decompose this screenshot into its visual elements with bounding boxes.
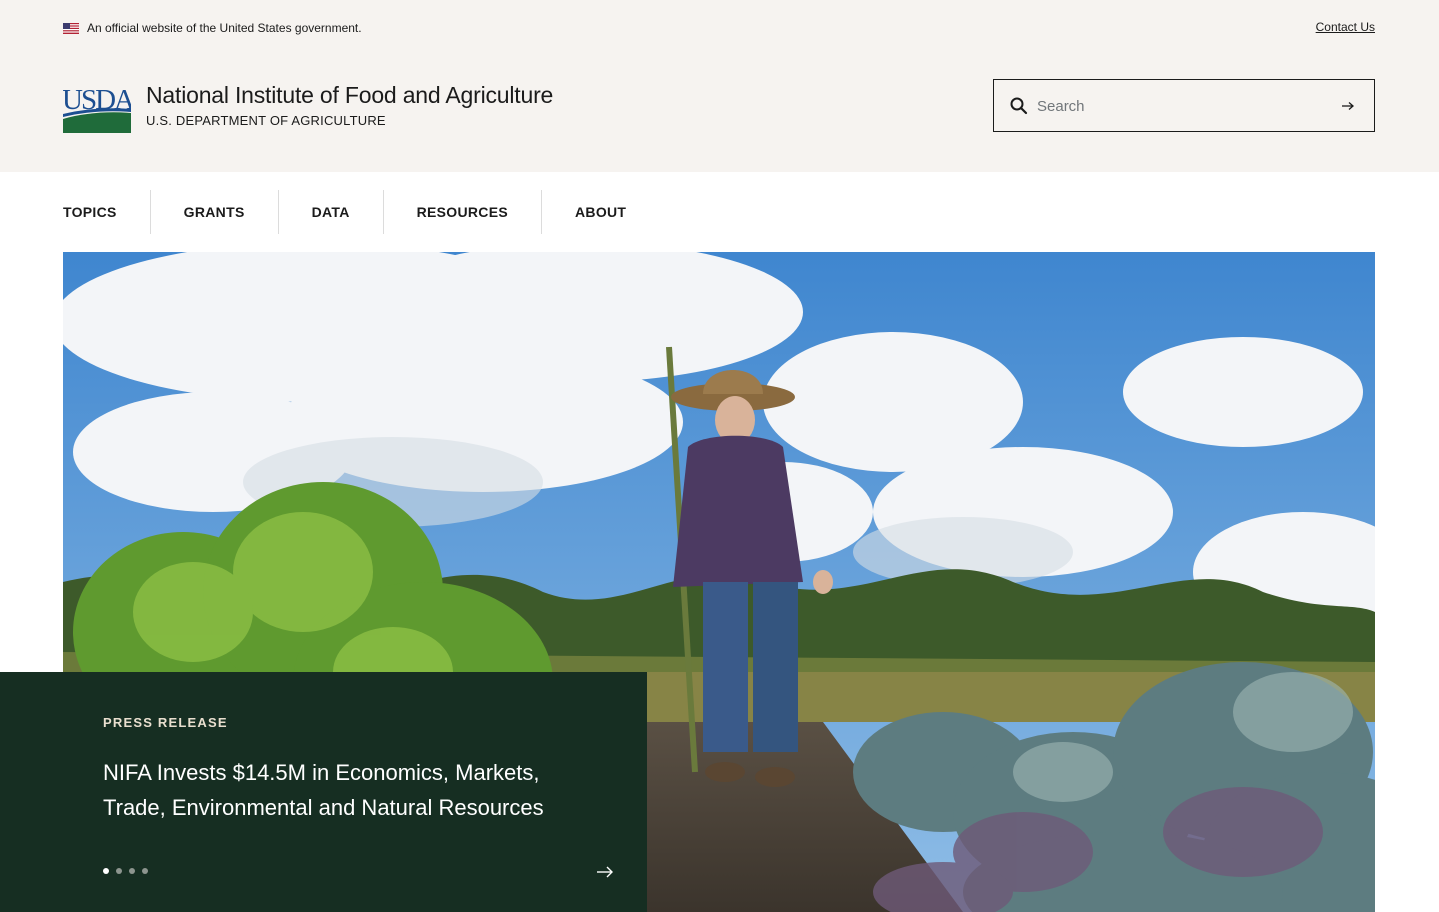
search-box bbox=[993, 79, 1375, 132]
agency-name[interactable]: National Institute of Food and Agricultu… bbox=[146, 82, 553, 109]
carousel-dot-2[interactable] bbox=[116, 868, 122, 874]
nav-item-data[interactable]: DATA bbox=[279, 190, 383, 234]
nav-item-grants[interactable]: GRANTS bbox=[151, 190, 278, 234]
search-input[interactable] bbox=[1035, 92, 1329, 121]
usda-logo[interactable]: USDA bbox=[63, 85, 131, 133]
contact-us-link[interactable]: Contact Us bbox=[1316, 20, 1375, 34]
carousel-dots bbox=[103, 868, 148, 874]
gov-banner: An official website of the United States… bbox=[63, 19, 362, 37]
carousel-next-arrow-icon[interactable] bbox=[596, 865, 614, 879]
nav-item-topics[interactable]: TOPICS bbox=[63, 190, 150, 234]
gov-banner-text: An official website of the United States… bbox=[87, 21, 362, 35]
carousel-dot-1[interactable] bbox=[103, 868, 109, 874]
carousel-dot-3[interactable] bbox=[129, 868, 135, 874]
search-icon bbox=[1010, 97, 1028, 115]
us-flag-icon bbox=[63, 22, 79, 34]
main-nav: TOPICS GRANTS DATA RESOURCES ABOUT bbox=[63, 190, 659, 234]
nav-item-resources[interactable]: RESOURCES bbox=[384, 190, 541, 234]
search-submit-arrow-icon[interactable] bbox=[1340, 98, 1356, 114]
carousel-dot-4[interactable] bbox=[142, 868, 148, 874]
story-title-link[interactable]: NIFA Invests $14.5M in Economics, Market… bbox=[103, 755, 603, 825]
featured-story-panel: PRESS RELEASE NIFA Invests $14.5M in Eco… bbox=[0, 672, 647, 912]
story-category: PRESS RELEASE bbox=[103, 715, 228, 730]
department-name: U.S. DEPARTMENT OF AGRICULTURE bbox=[146, 113, 386, 128]
nav-item-about[interactable]: ABOUT bbox=[542, 190, 659, 234]
